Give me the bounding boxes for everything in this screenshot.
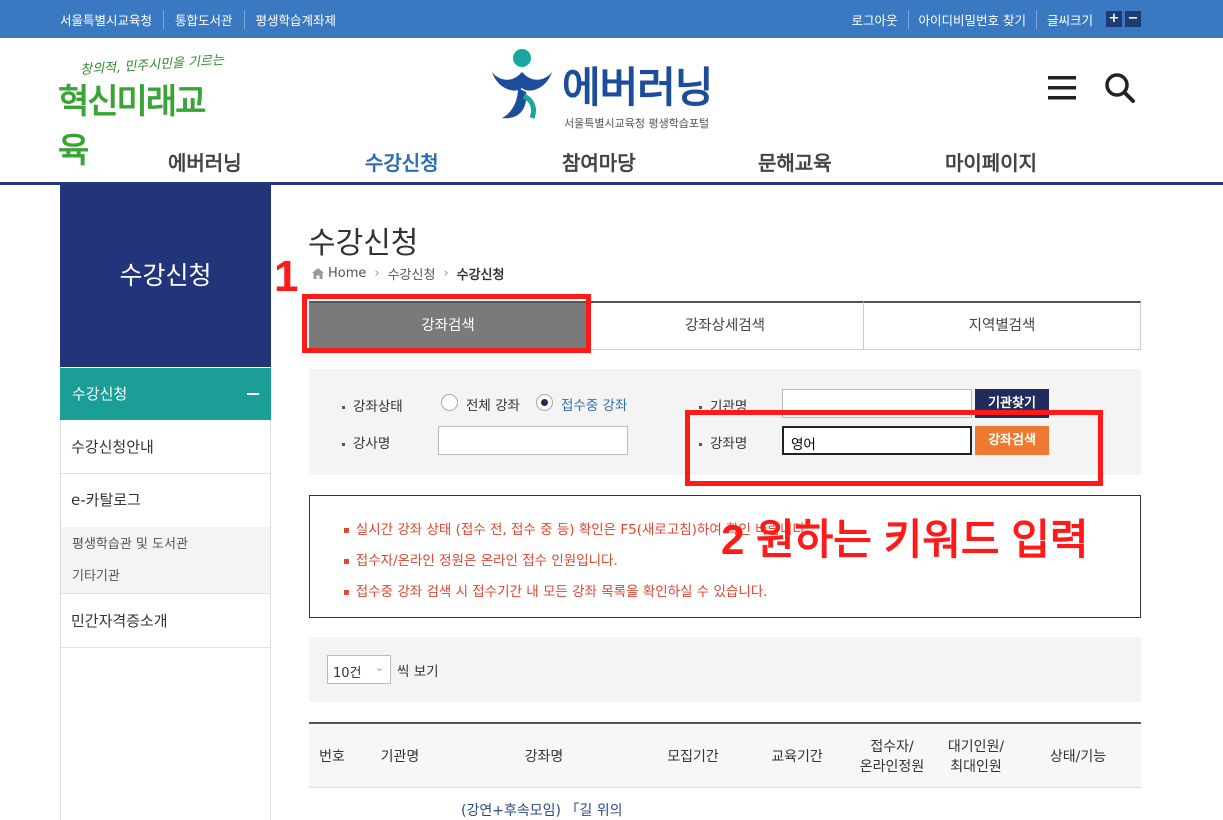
sidebar-item-current[interactable]: 수강신청 xyxy=(60,368,271,420)
sidebar-subitem-library[interactable]: 평생학습관 및 도서관 xyxy=(61,527,270,560)
annotation-box-tab xyxy=(302,294,591,353)
everlearning-logo-icon xyxy=(492,49,552,119)
sidebar-item-certificates[interactable]: 민간자격증소개 xyxy=(61,595,270,648)
slogan-logo: 창의적, 민주시민을 기르는 혁신미래교육 xyxy=(58,52,228,171)
site-header: 창의적, 민주시민을 기르는 혁신미래교육 에버러닝 서울특별시교육청 평생학습… xyxy=(0,38,1223,184)
teacher-label: 강사명 xyxy=(342,432,390,452)
breadcrumb-current: 수강신청 xyxy=(456,268,505,283)
breadcrumb: Home › 수강신청 › 수강신청 xyxy=(312,264,504,283)
rows-per-page-suffix: 씩 보기 xyxy=(397,664,439,680)
chevron-right-icon: › xyxy=(443,266,449,281)
status-label: 강좌상태 xyxy=(342,395,403,415)
notice-item: 접수중 강좌 검색 시 접수기간 내 모든 강좌 목록을 확인하실 수 있습니다… xyxy=(343,580,768,600)
sidebar-item-guide[interactable]: 수강신청안내 xyxy=(61,421,270,474)
th-recruit-period: 모집기간 xyxy=(667,749,719,765)
tab-detail-search[interactable]: 강좌상세검색 xyxy=(587,301,864,350)
th-applicants: 접수자/ 온라인정원 xyxy=(859,739,925,775)
link-library[interactable]: 통합도서관 xyxy=(163,9,244,29)
home-icon xyxy=(312,268,324,279)
th-status: 상태/기능 xyxy=(1049,749,1107,765)
breadcrumb-parent[interactable]: 수강신청 xyxy=(388,264,436,283)
th-waiting: 대기인원/ 최대인원 xyxy=(947,739,1005,775)
nav-literacy[interactable]: 문해교육 xyxy=(758,147,832,176)
top-links-right: 로그아웃 아이디비밀번호 찾기 글씨크기 + − xyxy=(841,0,1141,38)
th-course-name: 강좌명 xyxy=(524,749,564,765)
collapse-icon[interactable] xyxy=(247,393,259,395)
chevron-right-icon: › xyxy=(374,266,380,281)
site-logo[interactable]: 에버러닝 서울특별시교육청 평생학습포털 xyxy=(488,48,728,130)
nav-mypage[interactable]: 마이페이지 xyxy=(945,147,1037,176)
link-seoul-edu[interactable]: 서울특별시교육청 xyxy=(60,10,163,29)
nav-course-application[interactable]: 수강신청 xyxy=(365,147,439,176)
page-title: 수강신청 xyxy=(308,226,419,261)
top-utility-bar: 서울특별시교육청 통합도서관 평생학습계좌제 로그아웃 아이디비밀번호 찾기 글… xyxy=(0,0,1223,38)
radio-open-label[interactable]: 접수중 강좌 xyxy=(561,394,627,414)
radio-all-courses[interactable] xyxy=(441,394,458,411)
search-icon[interactable] xyxy=(1104,72,1136,104)
sidebar-current-label: 수강신청 xyxy=(72,385,128,403)
rows-per-page-value: 10건 xyxy=(333,666,362,681)
logo-title: 에버러닝 xyxy=(562,64,714,111)
menu-icon[interactable] xyxy=(1046,75,1078,101)
breadcrumb-home[interactable]: Home xyxy=(328,266,366,281)
font-decrease-button[interactable]: − xyxy=(1125,11,1141,27)
th-education-period: 교육기간 xyxy=(771,749,823,765)
sidebar-title: 수강신청 xyxy=(60,185,271,367)
logout-link[interactable]: 로그아웃 xyxy=(841,10,907,29)
logo-subtitle: 서울특별시교육청 평생학습포털 xyxy=(564,117,710,130)
nav-everlearning[interactable]: 에버러닝 xyxy=(168,147,242,176)
annotation-step1: 1 xyxy=(274,252,299,301)
sidebar-item-catalog[interactable]: e-카탈로그 xyxy=(61,474,270,527)
nav-participation[interactable]: 참여마당 xyxy=(562,147,636,176)
radio-all-label[interactable]: 전체 강좌 xyxy=(466,394,520,414)
notice-item: 접수자/온라인 정원은 온라인 접수 인원입니다. xyxy=(343,549,618,569)
tab-region-search[interactable]: 지역별검색 xyxy=(864,301,1141,350)
course-table-header: 번호 기관명 강좌명 모집기간 교육기간 접수자/ 온라인정원 대기인원/ 최대… xyxy=(309,722,1141,788)
th-organization: 기관명 xyxy=(380,749,420,765)
font-size-label: 글씨크기 xyxy=(1035,9,1103,29)
link-learning-account[interactable]: 평생학습계좌제 xyxy=(243,9,348,29)
find-id-password-link[interactable]: 아이디비밀번호 찾기 xyxy=(907,9,1036,29)
annotation-box-keyword xyxy=(685,410,1103,486)
rows-per-page-select[interactable]: 10건 ⌄ xyxy=(327,655,391,684)
sidebar-subitem-other[interactable]: 기타기관 xyxy=(61,560,270,594)
table-row-course-link[interactable]: (강연+후속모임) 「길 위의 xyxy=(461,800,622,820)
teacher-input[interactable] xyxy=(438,426,628,455)
main-nav: 에버러닝 수강신청 참여마당 문해교육 마이페이지 xyxy=(0,141,1223,183)
annotation-step2: 2 원하는 키워드 입력 xyxy=(721,516,1089,563)
rows-per-page-bar: 10건 ⌄ 씩 보기 xyxy=(309,637,1141,702)
radio-open-courses[interactable] xyxy=(536,394,553,411)
top-links-left: 서울특별시교육청 통합도서관 평생학습계좌제 xyxy=(60,0,347,38)
font-increase-button[interactable]: + xyxy=(1106,11,1122,27)
chevron-down-icon: ⌄ xyxy=(374,661,384,674)
th-number: 번호 xyxy=(319,749,345,765)
